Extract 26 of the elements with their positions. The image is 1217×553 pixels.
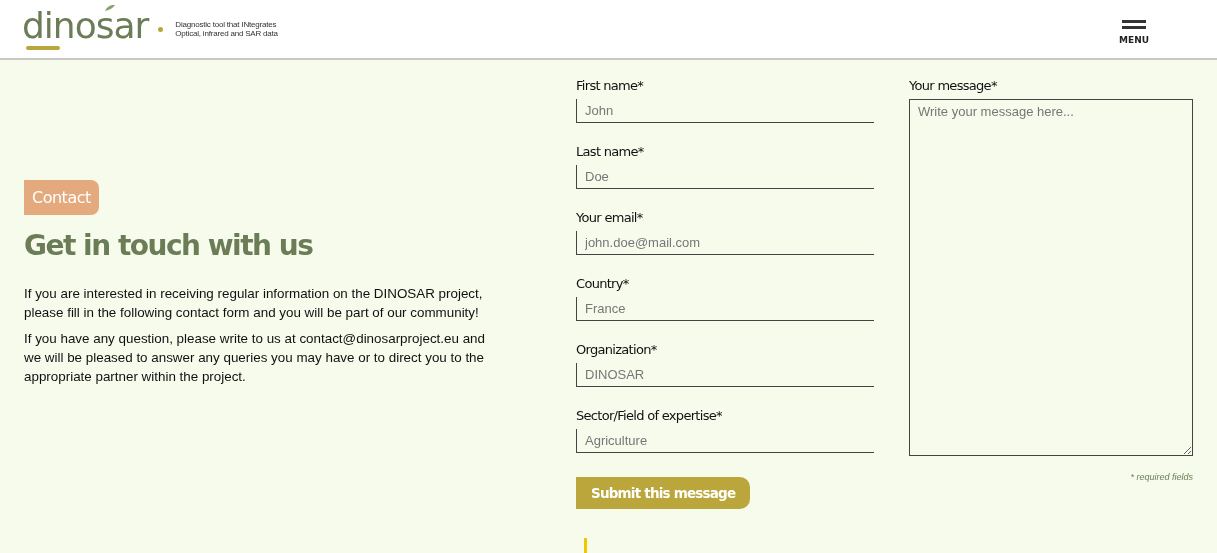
page-heading: Get in touch with us (24, 229, 314, 262)
input-field[interactable]: Doe (576, 165, 874, 189)
separator-dot-icon (158, 26, 164, 32)
field-label: Your email* (576, 210, 644, 226)
field-label: Your message* (909, 78, 998, 94)
field-label: Organization* (576, 342, 658, 358)
intro-paragraph: If you have any question, please write to us at contact@dinosarproject.eu and we will be pleased to answer any queries you may have or to direct you to the appropriate partner within the project. (24, 330, 486, 386)
field-label: Last name* (576, 144, 645, 160)
intro-paragraph: If you are interested in receiving regular information on the DINOSAR project, please fill in the following contact form and you will be part of our community! (24, 285, 484, 322)
logo[interactable]: dinosar (22, 8, 149, 50)
tagline: Optical, infrared and SAR data (175, 29, 278, 38)
section-badge: Contact (24, 180, 99, 215)
required-note: * required fields (1130, 472, 1193, 482)
field-label: Country* (576, 276, 630, 292)
input-field[interactable]: DINOSAR (576, 363, 874, 387)
message-field[interactable]: Write your message here... (909, 99, 1193, 456)
submit-button[interactable]: Submit this message (576, 477, 751, 509)
input-field[interactable]: France (576, 297, 874, 321)
tagline: Diagnostic tool that INtegrates (175, 20, 278, 29)
field-label: Sector/Field of expertise* (576, 408, 723, 424)
menu-icon (1122, 19, 1146, 31)
menu-button[interactable]: MENU (1119, 19, 1149, 45)
input-field[interactable]: John (576, 99, 874, 123)
input-field[interactable]: john.doe@mail.com (576, 231, 874, 255)
field-label: First name* (576, 78, 645, 94)
input-field[interactable]: Agriculture (576, 429, 874, 453)
